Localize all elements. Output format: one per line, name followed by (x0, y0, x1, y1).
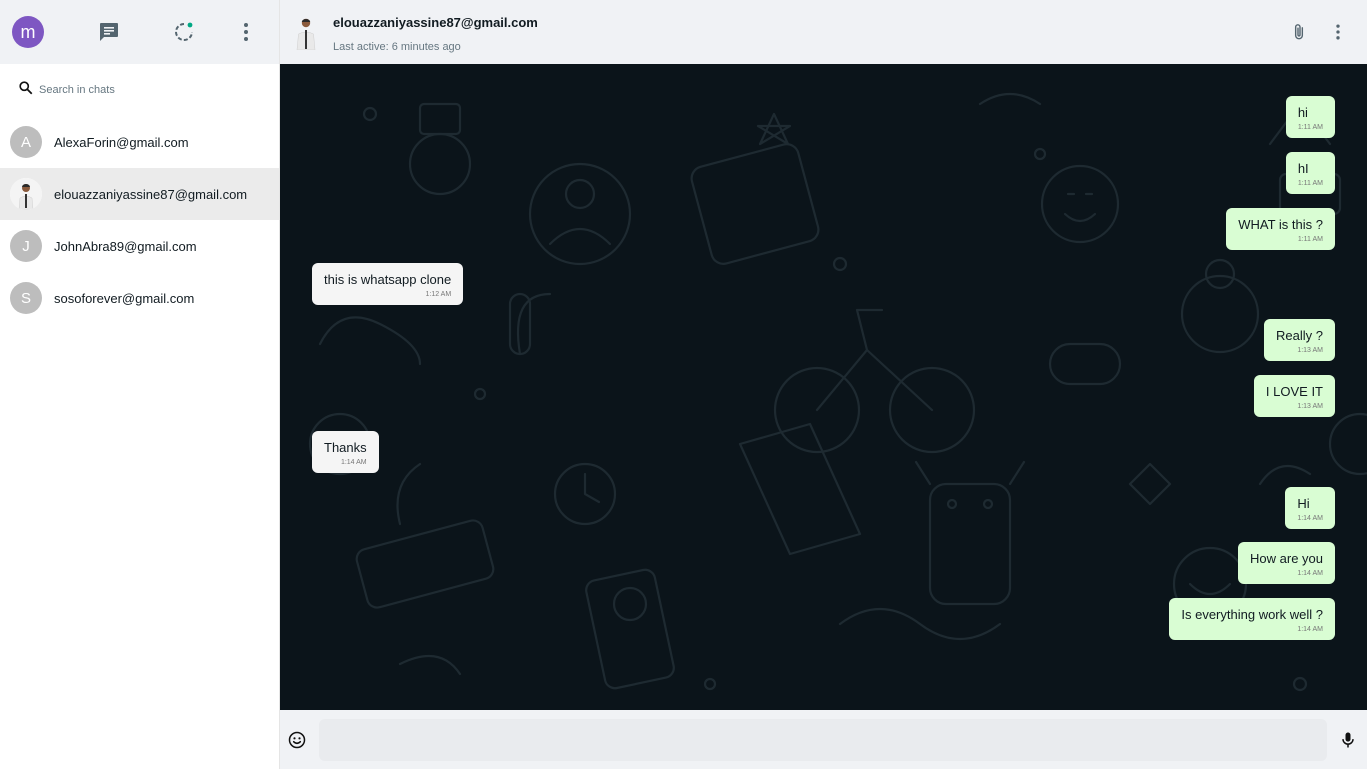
message-time: 1:13 AM (1297, 403, 1323, 410)
chat-list-item[interactable]: elouazzaniyassine87@gmail.com (0, 168, 279, 220)
message-bubble-outgoing[interactable]: Really ? 1:13 AM (1264, 319, 1335, 361)
message-time: 1:12 AM (425, 291, 452, 298)
message-text: WHAT is this ? (1238, 217, 1323, 232)
sidebar: m A AlexaForin@gmail.com (0, 0, 280, 769)
message-bubble-outgoing[interactable]: hi 1:11 AM (1285, 96, 1335, 138)
conversation-panel: elouazzaniyassine87@gmail.com Last activ… (280, 0, 1367, 769)
message-bubble-outgoing[interactable]: hI 1:11 AM (1285, 152, 1335, 194)
more-vert-icon[interactable] (1326, 20, 1350, 44)
avatar: J (10, 230, 42, 262)
search-icon (18, 80, 33, 100)
message-text: hi (1297, 105, 1308, 120)
chat-list-item[interactable]: J JohnAbra89@gmail.com (0, 220, 279, 272)
emoji-icon[interactable] (285, 728, 309, 752)
chat-icon[interactable] (95, 18, 123, 46)
message-time: 1:14 AM (1297, 626, 1323, 633)
message-text: this is whatsapp clone (324, 272, 452, 287)
message-bubble-outgoing[interactable]: I LOVE IT 1:13 AM (1253, 375, 1335, 417)
message-time: 1:11 AM (1297, 236, 1323, 243)
message-bubble-outgoing[interactable]: WHAT is this ? 1:11 AM (1226, 208, 1335, 250)
conversation-header: elouazzaniyassine87@gmail.com Last activ… (280, 0, 1367, 64)
chat-list: A AlexaForin@gmail.com elouazzaniyassine… (0, 116, 279, 324)
attach-icon[interactable] (1287, 20, 1311, 44)
message-text: Thanks (324, 440, 367, 455)
message-text: I LOVE IT (1265, 384, 1323, 399)
message-time: 1:11 AM (1297, 124, 1323, 131)
chat-name: AlexaForin@gmail.com (54, 134, 189, 150)
message-bubble-outgoing[interactable]: Is everything work well ? 1:14 AM (1169, 598, 1335, 640)
message-text: How are you (1250, 551, 1323, 566)
chat-name: JohnAbra89@gmail.com (54, 238, 197, 254)
chat-list-item[interactable]: A AlexaForin@gmail.com (0, 116, 279, 168)
message-text: hI (1297, 161, 1309, 176)
message-input[interactable] (319, 719, 1327, 761)
search-input[interactable] (39, 84, 259, 96)
message-time: 1:13 AM (1297, 347, 1323, 354)
user-avatar-initial: m (20, 21, 36, 42)
message-list: hi 1:11 AM hI 1:11 AM WHAT is this ? 1:1… (280, 64, 1367, 710)
message-bubble-incoming[interactable]: this is whatsapp clone 1:12 AM (312, 263, 464, 305)
message-bubble-outgoing[interactable]: Hi 1:14 AM (1285, 487, 1335, 529)
mic-icon[interactable] (1336, 728, 1360, 752)
chat-name: elouazzaniyassine87@gmail.com (54, 186, 248, 202)
message-time: 1:14 AM (340, 459, 367, 466)
contact-name: elouazzaniyassine87@gmail.com (333, 15, 538, 30)
contact-avatar[interactable] (292, 14, 320, 50)
avatar: S (10, 282, 42, 314)
avatar: A (10, 126, 42, 158)
message-time: 1:14 AM (1297, 515, 1323, 522)
sidebar-header: m (0, 0, 279, 64)
message-text: Really ? (1276, 328, 1323, 343)
avatar (10, 178, 42, 210)
message-composer (280, 710, 1367, 769)
profile-photo-icon (10, 178, 42, 210)
avatar-initial: J (22, 237, 30, 255)
message-bubble-incoming[interactable]: Thanks 1:14 AM (312, 431, 379, 473)
messages-area[interactable]: hi 1:11 AM hI 1:11 AM WHAT is this ? 1:1… (280, 64, 1367, 710)
more-vert-icon[interactable] (232, 18, 260, 46)
chat-list-item[interactable]: S sosoforever@gmail.com (0, 272, 279, 324)
search-bar (0, 64, 279, 116)
status-icon[interactable] (170, 18, 198, 46)
message-time: 1:11 AM (1297, 180, 1323, 187)
message-bubble-outgoing[interactable]: How are you 1:14 AM (1238, 542, 1335, 584)
avatar-initial: S (20, 289, 31, 307)
message-text: Hi (1297, 496, 1310, 511)
message-text: Is everything work well ? (1181, 607, 1323, 622)
avatar-initial: A (20, 133, 31, 151)
last-active-status: Last active: 6 minutes ago (333, 41, 461, 53)
user-avatar[interactable]: m (12, 16, 44, 48)
chat-name: sosoforever@gmail.com (54, 290, 195, 306)
message-time: 1:14 AM (1297, 570, 1323, 577)
